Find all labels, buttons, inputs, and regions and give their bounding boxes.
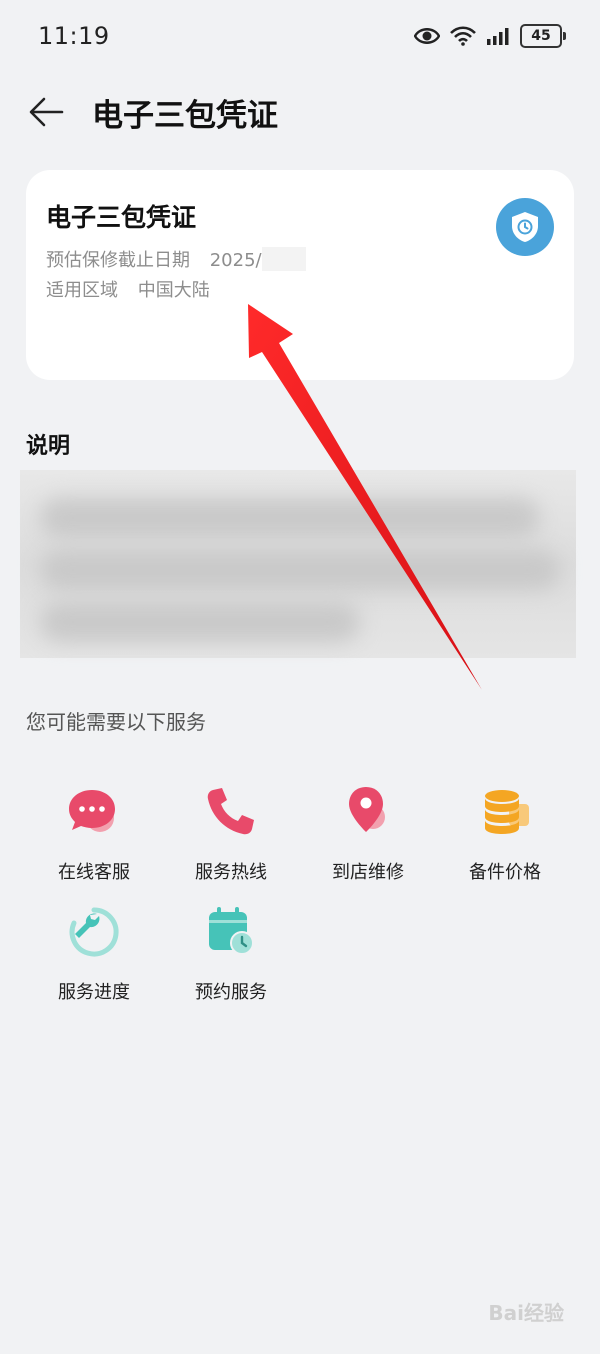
shield-clock-icon	[496, 198, 554, 256]
services-title: 您可能需要以下服务	[26, 710, 206, 734]
phone-icon	[207, 788, 254, 835]
warranty-card[interactable]: 电子三包凭证 预估保修截止日期 2025/ 适用区域 中国大陆	[26, 170, 574, 380]
warranty-date-row: 预估保修截止日期 2025/	[46, 246, 306, 272]
service-label: 在线客服	[58, 862, 130, 883]
masked-date	[261, 247, 306, 271]
warranty-date-label: 预估保修截止日期	[46, 250, 190, 271]
chat-bubbles-icon	[69, 790, 115, 832]
blurred-text-line	[40, 498, 540, 538]
blurred-text-line	[40, 550, 560, 590]
battery-indicator: 45	[520, 24, 566, 48]
blurred-explanation-content	[20, 470, 576, 658]
card-title: 电子三包凭证	[46, 203, 197, 232]
back-arrow-icon	[29, 97, 64, 127]
blurred-text-line	[40, 602, 360, 642]
warranty-date-value: 2025/	[209, 250, 262, 271]
service-label: 服务进度	[58, 982, 130, 1003]
page-header: 电子三包凭证	[0, 80, 600, 144]
page-title: 电子三包凭证	[92, 98, 278, 134]
region-value: 中国大陆	[137, 280, 210, 301]
location-pin-icon	[349, 787, 385, 832]
eye-icon	[414, 28, 440, 44]
signal-icon	[487, 28, 509, 45]
service-label: 服务热线	[195, 862, 267, 883]
service-progress[interactable]: 服务进度	[34, 904, 154, 1004]
service-online-support[interactable]: 在线客服	[34, 784, 154, 884]
service-appointment[interactable]: 预约服务	[171, 904, 291, 1004]
status-bar: 11:19 45	[0, 0, 600, 76]
coins-stack-icon	[485, 790, 529, 834]
wifi-icon	[450, 26, 476, 46]
service-label: 预约服务	[195, 982, 267, 1003]
back-button[interactable]	[24, 90, 68, 134]
service-parts-price[interactable]: 备件价格	[445, 784, 565, 884]
region-label: 适用区域	[46, 280, 118, 301]
service-label: 备件价格	[469, 862, 541, 883]
region-row: 适用区域 中国大陆	[46, 276, 210, 302]
service-hotline[interactable]: 服务热线	[171, 784, 291, 884]
explanation-title: 说明	[26, 434, 71, 459]
watermark: Bai经验	[488, 1301, 564, 1325]
service-label: 到店维修	[332, 862, 404, 883]
wrench-progress-icon	[69, 907, 119, 957]
calendar-clock-icon	[209, 907, 254, 955]
service-store-repair[interactable]: 到店维修	[308, 784, 428, 884]
status-icons: 45	[414, 24, 566, 48]
status-time: 11:19	[38, 22, 110, 50]
